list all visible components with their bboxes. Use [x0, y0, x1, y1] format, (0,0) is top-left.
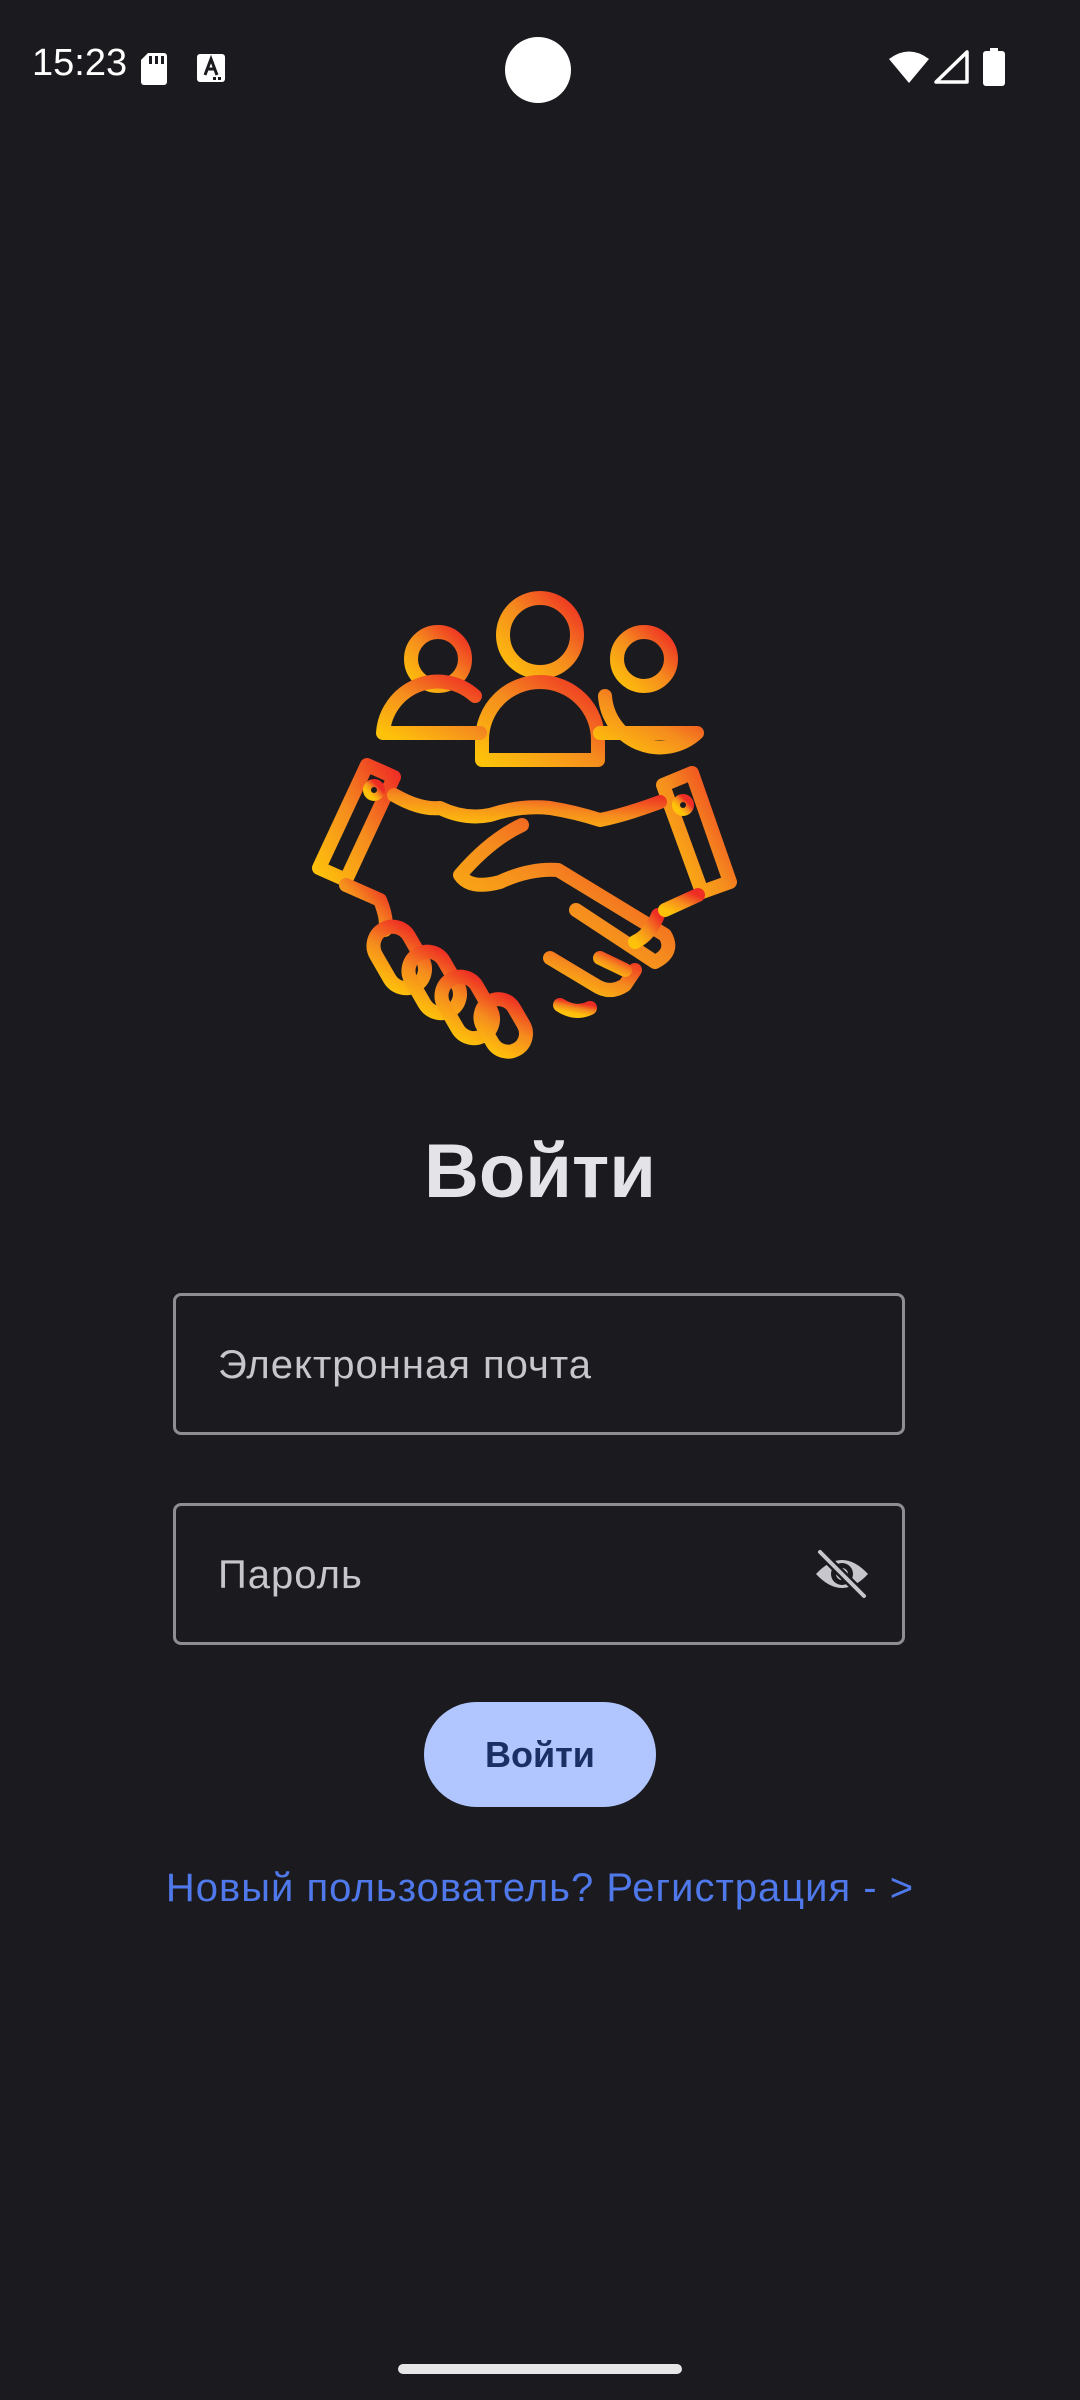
email-input[interactable] [216, 1296, 820, 1434]
status-time: 15:23 [32, 42, 128, 84]
front-camera [505, 37, 571, 103]
email-field[interactable] [173, 1293, 905, 1435]
status-bar: 15:23 [0, 0, 1080, 140]
password-field[interactable] [173, 1503, 905, 1645]
eye-off-icon[interactable] [812, 1548, 872, 1600]
register-link[interactable]: Новый пользователь? Регистрация - > [0, 1866, 1080, 1911]
wifi-icon [889, 51, 929, 83]
signal-icon [934, 50, 969, 84]
login-button[interactable]: Войти [424, 1702, 656, 1807]
password-input[interactable] [216, 1506, 820, 1644]
home-indicator[interactable] [398, 2364, 682, 2374]
a-text-icon [197, 54, 225, 82]
page-title: Войти [424, 1129, 656, 1214]
sd-card-icon [141, 53, 167, 85]
battery-icon [983, 48, 1005, 86]
handshake-people-icon [312, 591, 737, 1059]
